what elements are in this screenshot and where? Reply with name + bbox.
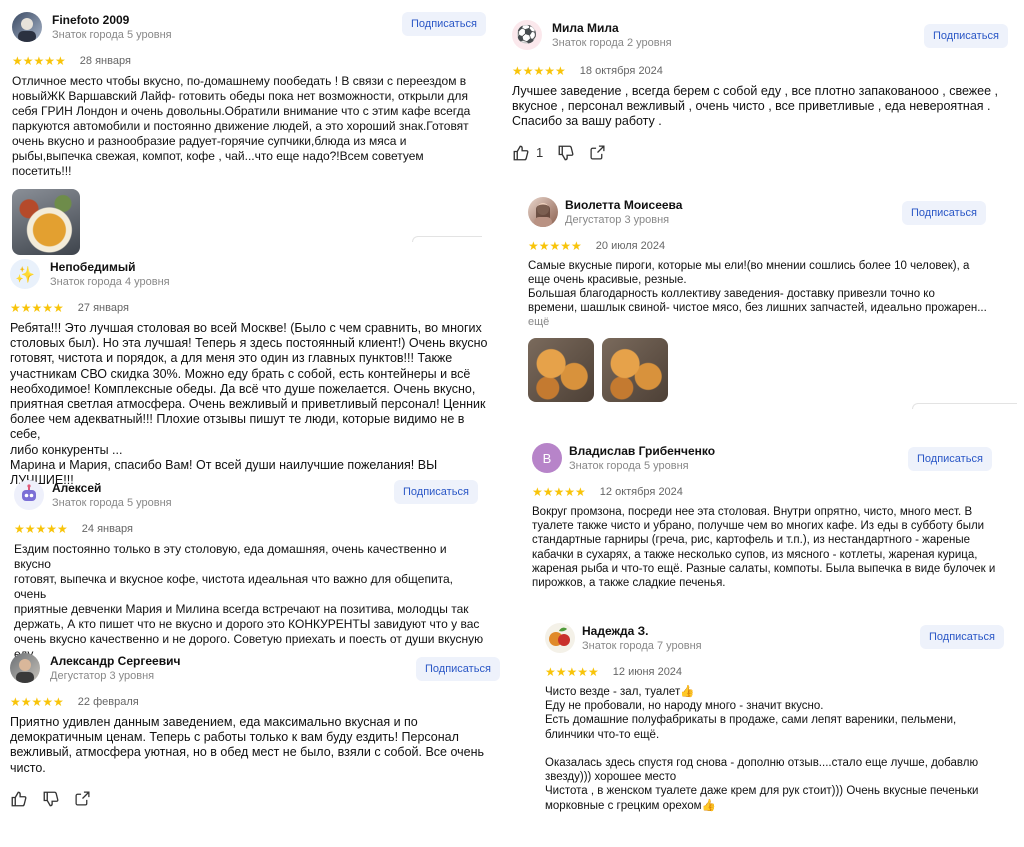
divider: [412, 236, 482, 242]
soccer-ball-avatar-icon[interactable]: ⚽: [512, 20, 542, 50]
avatar-letter: В: [542, 450, 552, 466]
review-card: В Владислав Грибенченко Знаток города 5 …: [532, 443, 1012, 590]
fruit-avatar-icon[interactable]: [545, 623, 575, 653]
review-card: Надежда З. Знаток города 7 уровня Подпис…: [545, 623, 1015, 813]
review-author[interactable]: Непобедимый: [50, 260, 136, 274]
review-text: Ребята!!! Это лучшая столовая во всей Мо…: [10, 321, 488, 488]
read-more-link[interactable]: ещё: [528, 316, 988, 328]
share-icon: [75, 791, 90, 806]
review-date: 24 января: [81, 523, 133, 535]
share-button[interactable]: [74, 790, 91, 807]
rating-stars: ★★★★★: [545, 665, 599, 679]
subscribe-button[interactable]: Подписаться: [924, 24, 1008, 48]
review-author[interactable]: Алексей: [52, 481, 101, 495]
review-text: Отличное место чтобы вкусно, по-домашнем…: [12, 74, 471, 178]
rating-stars: ★★★★★: [14, 522, 68, 536]
author-level: Знаток города 7 уровня: [582, 640, 702, 652]
review-photo[interactable]: [602, 338, 668, 402]
review-date: 12 июня 2024: [612, 666, 683, 678]
author-level: Знаток города 5 уровня: [569, 460, 689, 472]
review-text: Ездим постоянно только в эту столовую, е…: [14, 542, 484, 661]
rating-stars: ★★★★★: [10, 695, 64, 709]
review-author[interactable]: Владислав Грибенченко: [569, 444, 715, 458]
rating-stars: ★★★★★: [528, 239, 582, 253]
review-text: Приятно удивлен данным заведением, еда м…: [10, 715, 485, 775]
review-text: Лучшее заведение , всегда берем с собой …: [512, 84, 998, 129]
rating-stars: ★★★★★: [12, 54, 66, 68]
subscribe-button[interactable]: Подписаться: [920, 625, 1004, 649]
review-text: Вокруг промзона, посреди нее эта столова…: [532, 506, 996, 590]
dislike-button[interactable]: [557, 144, 575, 162]
thumbs-down-icon: [43, 791, 59, 807]
rating-stars: ★★★★★: [532, 485, 586, 499]
photo-avatar-icon[interactable]: [12, 12, 42, 42]
review-date: 27 января: [77, 302, 129, 314]
author-level: Знаток города 4 уровня: [50, 276, 170, 288]
review-text: Чисто везде - зал, туалет👍 Еду не пробов…: [545, 686, 979, 812]
author-level: Дегустатор 3 уровня: [565, 214, 670, 226]
thumbs-up-icon: [11, 791, 27, 807]
author-level: Дегустатор 3 уровня: [50, 670, 155, 682]
review-date: 22 февраля: [77, 696, 139, 708]
author-level: Знаток города 2 уровня: [552, 37, 672, 49]
divider: [912, 403, 1017, 409]
review-date: 20 июля 2024: [595, 240, 666, 252]
review-card: Александр Сергеевич Дегустатор 3 уровня …: [10, 653, 505, 808]
rating-stars: ★★★★★: [10, 301, 64, 315]
review-author[interactable]: Надежда З.: [582, 624, 648, 638]
thumbs-down-icon: [558, 145, 574, 161]
review-card: Алексей Знаток города 5 уровня Подписать…: [14, 480, 484, 662]
review-card: Виолетта Моисеева Дегустатор 3 уровня По…: [528, 197, 988, 402]
review-date: 18 октября 2024: [579, 65, 663, 77]
review-photo[interactable]: [528, 338, 594, 402]
thumbs-up-icon: [513, 145, 529, 161]
subscribe-button[interactable]: Подписаться: [394, 480, 478, 504]
like-button[interactable]: 1: [512, 144, 543, 162]
like-count: 1: [536, 145, 544, 161]
share-icon: [590, 145, 605, 160]
review-author[interactable]: Виолетта Моисеева: [565, 198, 682, 212]
review-card: ✨ Непобедимый Знаток города 4 уровня ★★★…: [10, 259, 490, 488]
review-card: Finefoto 2009 Знаток города 5 уровня Под…: [12, 12, 486, 255]
subscribe-button[interactable]: Подписаться: [402, 12, 486, 36]
review-author[interactable]: Мила Мила: [552, 21, 619, 35]
rating-stars: ★★★★★: [512, 64, 566, 78]
soccer-ball-icon: ⚽: [516, 25, 538, 45]
subscribe-button[interactable]: Подписаться: [908, 447, 992, 471]
review-author[interactable]: Finefoto 2009: [52, 13, 129, 27]
robot-avatar-icon[interactable]: [14, 480, 44, 510]
sparkle-avatar-icon[interactable]: ✨: [10, 259, 40, 289]
dislike-button[interactable]: [42, 790, 60, 808]
share-button[interactable]: [589, 144, 606, 161]
subscribe-button[interactable]: Подписаться: [902, 201, 986, 225]
letter-avatar-icon[interactable]: В: [532, 443, 562, 473]
review-date: 12 октября 2024: [599, 486, 683, 498]
review-date: 28 января: [79, 55, 131, 67]
photo-avatar-icon[interactable]: [10, 653, 40, 683]
review-author[interactable]: Александр Сергеевич: [50, 654, 180, 668]
like-button[interactable]: [10, 790, 28, 808]
author-level: Знаток города 5 уровня: [52, 29, 172, 41]
author-level: Знаток города 5 уровня: [52, 497, 172, 509]
sparkle-icon: ✨: [15, 264, 35, 284]
review-text: Самые вкусные пироги, которые мы ели!(во…: [528, 260, 987, 314]
review-photo[interactable]: [12, 189, 80, 255]
photo-avatar-icon[interactable]: [528, 197, 558, 227]
subscribe-button[interactable]: Подписаться: [416, 657, 500, 681]
review-card: ⚽ Мила Мила Знаток города 2 уровня Подпи…: [512, 20, 1017, 162]
